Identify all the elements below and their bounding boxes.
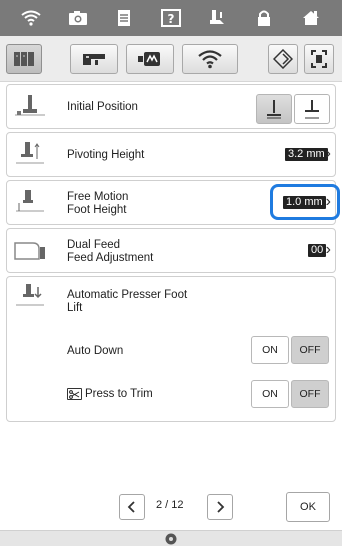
pivoting-height-label: Pivoting Height bbox=[67, 149, 145, 161]
row-auto-presser-foot-lift: Automatic Presser Foot Lift Auto Down ON… bbox=[6, 276, 336, 422]
free-motion-foot-icon bbox=[13, 189, 47, 219]
auto-down-label: Auto Down bbox=[67, 345, 124, 357]
row-pivoting-height[interactable]: Pivoting Height 3.2 mm › bbox=[6, 132, 336, 177]
pivoting-height-value: 3.2 mm bbox=[285, 148, 328, 161]
presser-foot-icon[interactable] bbox=[203, 4, 233, 32]
category-tabs bbox=[0, 36, 342, 82]
home-icon[interactable] bbox=[296, 4, 326, 32]
tab-machine[interactable] bbox=[70, 44, 118, 74]
initial-position-high-button[interactable] bbox=[294, 94, 330, 124]
tab-wifi[interactable] bbox=[182, 44, 238, 74]
tab-sewing-settings[interactable] bbox=[6, 44, 42, 74]
auto-lift-label-line1: Automatic Presser Foot bbox=[67, 289, 188, 301]
previous-page-button[interactable] bbox=[119, 494, 145, 520]
next-page-button[interactable] bbox=[207, 494, 233, 520]
bottom-navigation: 2 / 12 OK bbox=[0, 484, 342, 530]
press-to-trim-label: Press to Trim bbox=[85, 388, 153, 400]
auto-down-on-button[interactable]: ON bbox=[251, 336, 289, 364]
dual-feed-label-line2: Feed Adjustment bbox=[67, 252, 154, 264]
page-indicator: 2 / 12 bbox=[156, 499, 184, 511]
bobbin-icon bbox=[165, 533, 177, 544]
dual-feed-value: 00 bbox=[308, 244, 327, 257]
dual-feed-icon bbox=[13, 237, 47, 267]
scan-button[interactable] bbox=[268, 44, 298, 74]
help-icon[interactable]: ? bbox=[156, 4, 186, 32]
lock-icon[interactable] bbox=[249, 4, 279, 32]
chevron-right-icon: › bbox=[325, 241, 331, 258]
initial-position-label: Initial Position bbox=[67, 101, 138, 113]
top-toolbar: ? bbox=[0, 0, 342, 36]
row-initial-position: Initial Position bbox=[6, 84, 336, 129]
document-icon[interactable] bbox=[109, 4, 139, 32]
chevron-right-icon: › bbox=[325, 145, 331, 162]
press-to-trim-on-button[interactable]: ON bbox=[251, 380, 289, 408]
focus-highlight bbox=[270, 184, 340, 220]
press-to-trim-off-button[interactable]: OFF bbox=[291, 380, 329, 408]
footer-bar bbox=[0, 530, 342, 546]
auto-lift-label-line2: Lift bbox=[67, 302, 83, 314]
scissors-icon bbox=[67, 388, 82, 400]
settings-list: Initial Position Pivoting Height 3.2 mm … bbox=[6, 84, 336, 425]
free-motion-label-line1: Free Motion bbox=[67, 191, 129, 203]
wifi-icon[interactable] bbox=[16, 4, 46, 32]
tab-embroidery[interactable] bbox=[126, 44, 174, 74]
auto-presser-foot-lift-icon bbox=[13, 283, 47, 313]
free-motion-label-line2: Foot Height bbox=[67, 204, 127, 216]
initial-position-icon bbox=[13, 93, 47, 123]
auto-down-off-button[interactable]: OFF bbox=[291, 336, 329, 364]
row-dual-feed-adjustment[interactable]: Dual Feed Feed Adjustment 00 › bbox=[6, 228, 336, 273]
camera-icon[interactable] bbox=[63, 4, 93, 32]
initial-position-low-button[interactable] bbox=[256, 94, 292, 124]
ok-button[interactable]: OK bbox=[286, 492, 330, 522]
svg-text:?: ? bbox=[167, 12, 174, 26]
frame-button[interactable] bbox=[304, 44, 334, 74]
dual-feed-label-line1: Dual Feed bbox=[67, 239, 121, 251]
pivoting-height-icon bbox=[13, 141, 47, 171]
